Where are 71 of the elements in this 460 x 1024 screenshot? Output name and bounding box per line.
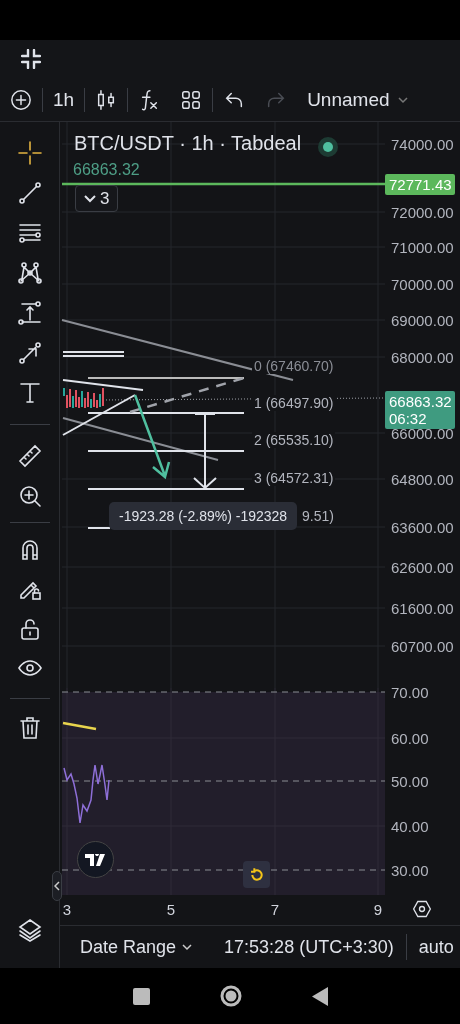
- time-label: 3: [62, 901, 72, 918]
- rsi-label: 50.00: [391, 772, 429, 790]
- measure-line-icon: [17, 301, 42, 325]
- price-label: 70000.00: [391, 275, 454, 293]
- price-label: 64800.00: [391, 470, 454, 488]
- fib-level-label: 0 (67460.70): [252, 358, 336, 374]
- symbol-title: BTC/USDT · 1h · Tabdeal: [74, 132, 302, 155]
- chevron-left-icon: [54, 881, 60, 891]
- time-label: 9: [373, 901, 383, 918]
- caret-icon: [397, 94, 408, 105]
- rsi-label: 60.00: [391, 729, 429, 747]
- fib-level-label: 2 (65535.10): [252, 432, 336, 448]
- triangle-icon: [311, 986, 328, 1006]
- plus-circle-icon: [10, 88, 32, 111]
- recents-button[interactable]: [132, 987, 150, 1005]
- clock-time: 17:53:28 (UTC+3:30): [224, 936, 394, 958]
- double-line-drawing: [62, 351, 125, 357]
- circle-icon: [219, 985, 242, 1007]
- rsi-label: 40.00: [391, 817, 429, 835]
- square-icon: [132, 987, 150, 1005]
- collapse-icon[interactable]: [21, 49, 41, 69]
- text-icon: [17, 381, 42, 405]
- price-label: 62600.00: [391, 558, 454, 576]
- layers-icon: [17, 918, 42, 942]
- price-label: 72000.00: [391, 203, 454, 221]
- fib-level-label: 9.51): [300, 508, 336, 524]
- line-price-tag: 72771.43: [385, 174, 455, 195]
- reset-icon: [248, 866, 265, 883]
- price-label: 60700.00: [391, 637, 454, 655]
- scale-button[interactable]: auto: [418, 936, 454, 958]
- chevron-down-icon: [84, 194, 96, 203]
- measure-tooltip: -1923.28 (-2.89%) -192328: [109, 502, 298, 530]
- back-button[interactable]: [311, 986, 328, 1006]
- layout-name-button[interactable]: Unnamed: [297, 79, 418, 120]
- logo-icon: [84, 853, 107, 866]
- status-dot: [318, 137, 338, 157]
- fib-level-label: 3 (64572.31): [252, 470, 336, 486]
- rsi-line: [63, 764, 110, 824]
- price-label: 63600.00: [391, 518, 454, 536]
- pattern-icon: [17, 261, 42, 285]
- interval-button[interactable]: 1h: [43, 79, 85, 120]
- settings-icon[interactable]: [412, 899, 432, 919]
- rsi-label: 70.00: [391, 683, 429, 701]
- current-price-tag: 66863.32 06:32: [385, 391, 455, 429]
- trash-icon: [17, 716, 42, 740]
- arrow-icon: [17, 341, 42, 365]
- price-label: 61600.00: [391, 599, 454, 617]
- last-price: 66863.32: [73, 161, 140, 179]
- indicator-line: [62, 721, 97, 731]
- parallel-lines-icon: [17, 221, 42, 245]
- rsi-label: 30.00: [391, 861, 429, 879]
- fib-level-label: 1 (66497.90): [252, 395, 336, 411]
- caret-icon: [182, 943, 193, 951]
- crosshair-icon: [17, 141, 42, 165]
- price-label: 68000.00: [391, 348, 454, 366]
- price-label: 69000.00: [391, 311, 454, 329]
- ruler-icon: [17, 444, 42, 468]
- time-label: 5: [166, 901, 176, 918]
- indicators-toggle[interactable]: 3: [75, 185, 119, 212]
- candlestick-drawing: [63, 388, 104, 408]
- date-range-button[interactable]: Date Range: [80, 936, 193, 958]
- sidebar-toggle[interactable]: [52, 871, 62, 901]
- line-icon: [17, 181, 42, 205]
- price-label: 71000.00: [391, 238, 454, 256]
- grid-icon: [180, 88, 203, 111]
- price-label: 74000.00: [391, 135, 454, 153]
- time-label: 7: [270, 901, 280, 918]
- home-button[interactable]: [219, 985, 242, 1007]
- fib-level-line: [87, 527, 111, 529]
- reset-button[interactable]: [243, 861, 270, 888]
- zoom-in-icon: [17, 484, 42, 508]
